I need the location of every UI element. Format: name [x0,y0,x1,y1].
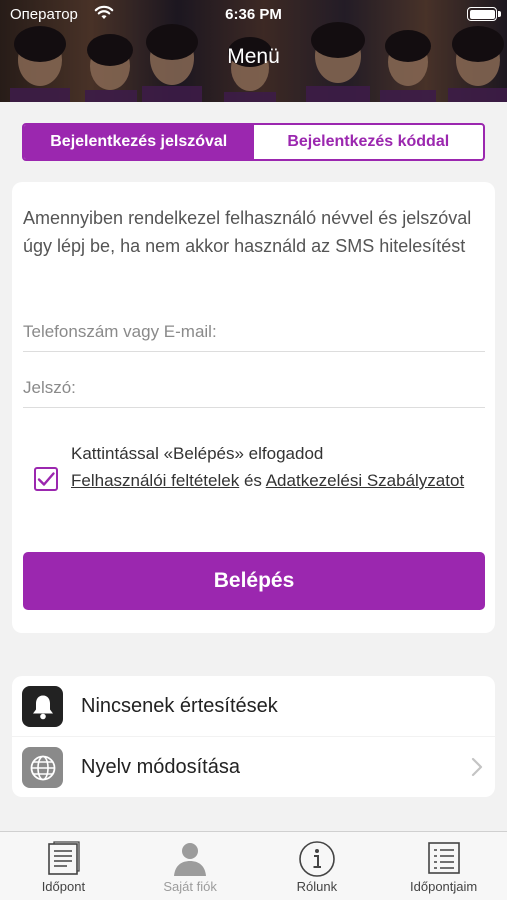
login-intro-text: Amennyiben rendelkezel felhasználó névve… [23,208,472,256]
phone-email-input[interactable] [23,312,485,352]
tab-password-login[interactable]: Bejelentkezés jelszóval [24,125,254,159]
status-bar: Оператор 6:36 PM [0,0,507,30]
tab-about-label: Rólunk [296,879,338,894]
person-icon [174,843,207,876]
tab-appointment-label: Időpont [41,879,86,894]
notifications-row: Nincsenek értesítések [12,676,495,736]
tab-about[interactable]: Rólunk [254,832,381,900]
tab-code-login[interactable]: Bejelentkezés kóddal [254,125,484,159]
clock: 6:36 PM [225,6,282,23]
tab-my-account-label: Saját fiók [163,879,217,894]
login-button[interactable]: Belépés [23,552,485,610]
tab-bar: Időpont Saját fiók Rólunk Időpontjaim [0,831,507,900]
chevron-right-icon [471,757,483,777]
tab-my-appointments-label: Időpontjaim [410,879,478,894]
document-icon [48,841,81,875]
privacy-policy-link[interactable]: Adatkezelési Szabályzatot [266,471,464,490]
header: Оператор 6:36 PM Menü [0,0,507,102]
notifications-label: Nincsenek értesítések [81,695,278,717]
bell-icon [22,686,63,727]
tab-my-account[interactable]: Saját fiók [127,832,254,900]
login-card: Amennyiben rendelkezel felhasználó névve… [12,182,495,633]
terms-text: Kattintással «Belépés» elfogadod Felhasz… [71,444,465,490]
language-label: Nyelv módosítása [81,756,240,778]
list-icon [427,842,460,874]
language-row[interactable]: Nyelv módosítása [12,737,495,797]
battery-icon [467,7,497,21]
password-input[interactable] [23,368,485,408]
terms-checkbox[interactable] [34,467,58,491]
tab-my-appointments[interactable]: Időpontjaim [380,832,507,900]
tab-appointment[interactable]: Időpont [0,832,127,900]
terms-of-use-link[interactable]: Felhasználói feltételek [71,471,239,490]
info-icon [299,841,335,877]
page-title: Menü [227,45,280,68]
globe-icon [22,747,63,788]
login-mode-segment: Bejelentkezés jelszóval Bejelentkezés kó… [22,123,485,161]
checkmark-icon [37,472,55,486]
